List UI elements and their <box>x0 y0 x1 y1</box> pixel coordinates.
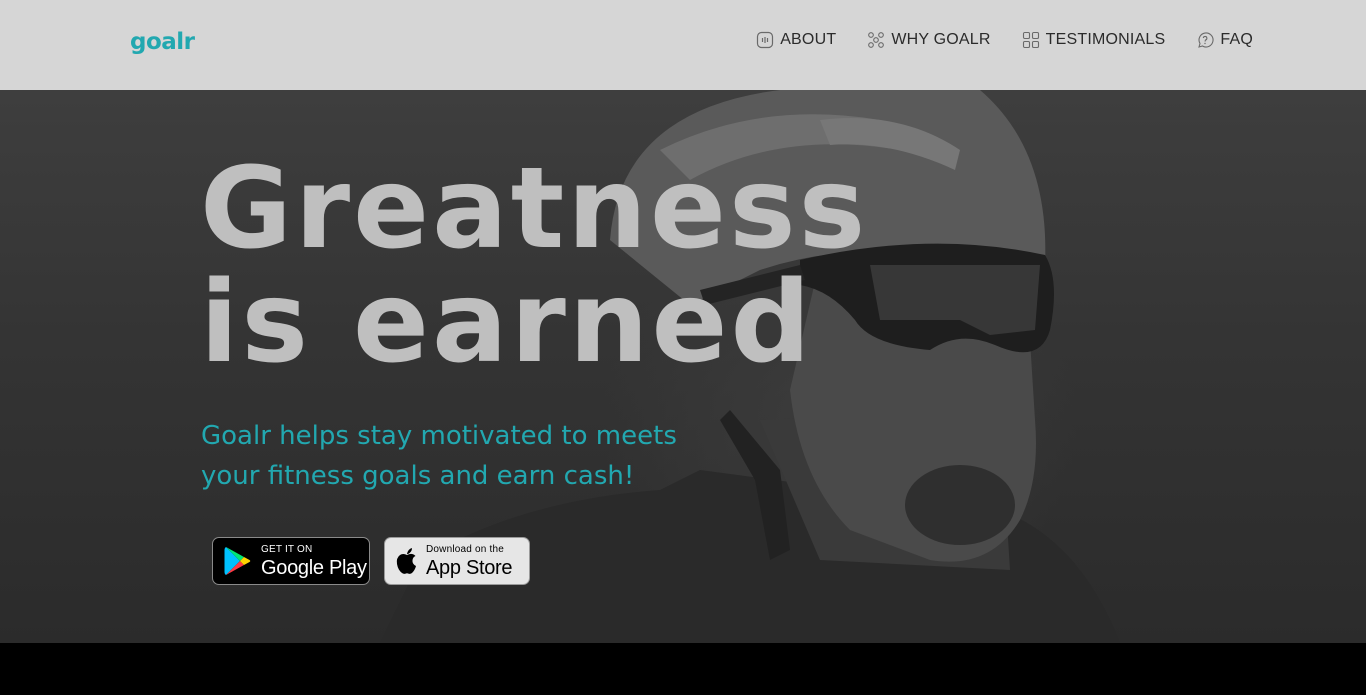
nav-label-about: ABOUT <box>780 31 837 48</box>
nav-label-testimonials: TESTIMONIALS <box>1045 31 1166 48</box>
grid-icon <box>1022 31 1039 49</box>
nav-item-why-goalr[interactable]: WHY GOALR <box>867 31 990 49</box>
nav-item-faq[interactable]: FAQ <box>1196 31 1253 49</box>
nav-item-testimonials[interactable]: TESTIMONIALS <box>1022 31 1166 49</box>
nav-label-why-goalr: WHY GOALR <box>891 31 991 48</box>
network-icon <box>868 32 885 48</box>
apple-badge-big-text: App Store <box>426 556 513 579</box>
google-play-button[interactable]: GET IT ON Google Play <box>212 537 370 585</box>
headline-line-1: Greatness <box>200 144 869 274</box>
google-badge-big-text: Google Play <box>261 556 367 579</box>
apple-icon <box>396 548 416 574</box>
google-badge-small-text: GET IT ON <box>261 543 313 555</box>
help-icon <box>1198 32 1214 48</box>
headline-line-2: is earned <box>200 258 814 388</box>
goalr-logo[interactable]: goalr <box>130 29 195 55</box>
hero-headline: Greatness is earned <box>200 152 868 380</box>
hero-subtitle: Goalr helps stay motivated to meets your… <box>201 421 677 491</box>
chat-icon <box>757 31 774 49</box>
site-header: goalr ABOUT WHY GOALR TESTIMONIALS FAQ <box>0 0 1366 90</box>
nav-item-about[interactable]: ABOUT <box>756 31 836 49</box>
nav-label-faq: FAQ <box>1220 31 1253 48</box>
next-section-edge <box>0 643 1366 695</box>
main-nav: ABOUT WHY GOALR TESTIMONIALS FAQ <box>725 31 1253 49</box>
hero-section: Greatness is earned Goalr helps stay mot… <box>0 90 1366 643</box>
apple-badge-small-text: Download on the <box>426 543 505 555</box>
app-store-button[interactable]: Download on the App Store <box>384 537 530 585</box>
google-play-icon <box>224 547 251 575</box>
